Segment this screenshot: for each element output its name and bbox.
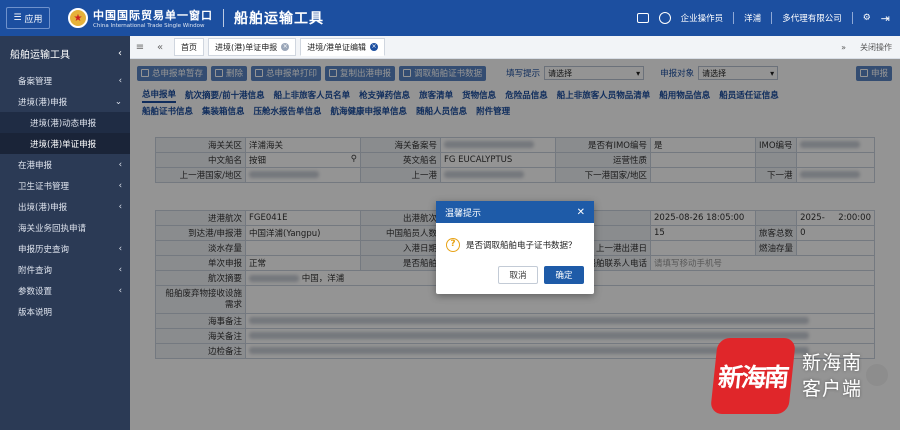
sidebar-item-history[interactable]: 申报历史查询 ‹	[0, 238, 130, 259]
app-menu-button[interactable]: ☰ 应用	[6, 7, 50, 29]
divider	[733, 12, 735, 24]
sidebar-subitem-label: 进境(港)单证申报	[30, 139, 97, 150]
sidebar-item-label: 附件查询	[18, 265, 53, 276]
close-icon[interactable]: ×	[281, 43, 290, 51]
tab-label: 进境/港单证编辑	[307, 42, 366, 52]
watermark: 新海南 新海南 客户端	[710, 338, 862, 414]
tabs-prev-icon[interactable]: «	[150, 42, 170, 53]
sidebar-item-version[interactable]: 版本说明	[0, 301, 130, 322]
app-menu-label: 应用	[24, 14, 43, 25]
sidebar-item-params[interactable]: 参数设置 ‹	[0, 280, 130, 301]
watermark-line-2: 客户端	[802, 378, 863, 400]
dialog-title: 温馨提示	[445, 208, 482, 219]
logout-icon[interactable]: ⇥	[881, 12, 890, 25]
tabs-right-area: » 关闭操作	[841, 42, 900, 53]
sidebar-item-label: 在港申报	[18, 160, 53, 171]
tabs-next-icon[interactable]: »	[841, 43, 846, 52]
ok-button[interactable]: 确定	[544, 266, 584, 284]
divider	[851, 12, 853, 24]
user-role: 企业操作员	[680, 14, 724, 24]
watermark-logo-text: 新海南	[716, 363, 789, 392]
confirm-dialog: 温馨提示 ✕ ? 是否调取船舶电子证书数据？ 取消 确定	[436, 201, 594, 294]
tab-label: 首页	[181, 42, 197, 52]
sidebar-item-label: 备案管理	[18, 76, 53, 87]
sidebar-item-entry[interactable]: 进境(港)申报 ⌄	[0, 91, 130, 112]
chevron-icon: ‹	[118, 180, 122, 191]
sidebar-item-label: 申报历史查询	[18, 244, 70, 255]
chevron-icon: ‹	[118, 243, 122, 254]
user-name: 洋浦	[744, 14, 762, 24]
sidebar-title[interactable]: 船舶运输工具 ‹	[0, 36, 130, 70]
sidebar-item-receipt[interactable]: 海关业务回执申请	[0, 217, 130, 238]
chevron-down-icon: ⌄	[114, 96, 122, 107]
watermark-line-1: 新海南	[802, 352, 863, 374]
sidebar-subitem-dynamic[interactable]: 进境(港)动态申报	[0, 112, 130, 133]
close-icon[interactable]: ✕	[577, 207, 585, 218]
emblem-icon: ★	[68, 8, 88, 28]
sidebar-item-label: 参数设置	[18, 286, 53, 297]
sidebar-item-exit[interactable]: 出境(港)申报 ‹	[0, 196, 130, 217]
chevron-icon: ‹	[118, 201, 122, 212]
dialog-message: 是否调取船舶电子证书数据？	[466, 240, 577, 251]
page-tabs: ≡ « 首页 进境(港)单证申报 × 进境/港单证编辑 × » 关闭操作	[130, 36, 900, 59]
chevron-icon: ‹	[118, 285, 122, 296]
divider	[771, 12, 773, 24]
header-divider	[223, 9, 224, 27]
chevron-left-icon: ‹	[118, 47, 122, 59]
tab-entry-edit[interactable]: 进境/港单证编辑 ×	[300, 38, 385, 56]
sidebar-item-label: 出境(港)申报	[18, 202, 68, 213]
sidebar-item-label: 卫生证书管理	[18, 181, 70, 192]
logo: ★ 中国国际贸易单一窗口 China International Trade S…	[68, 7, 213, 29]
floating-help-icon[interactable]	[866, 364, 888, 386]
sidebar-item-label: 海关业务回执申请	[18, 223, 87, 234]
mail-icon[interactable]	[636, 13, 649, 23]
dialog-header: 温馨提示 ✕	[436, 201, 594, 223]
header-user-area: 企业操作员 洋浦 多代理有限公司 ⚙ ⇥	[636, 12, 900, 25]
logo-title: 中国国际贸易单一窗口	[93, 9, 213, 22]
tab-label: 进境(港)单证申报	[215, 42, 278, 52]
top-header: ☰ 应用 ★ 中国国际贸易单一窗口 China International Tr…	[0, 0, 900, 36]
settings-icon[interactable]: ⚙	[863, 13, 871, 23]
tab-home[interactable]: 首页	[174, 38, 204, 56]
grid-icon: ☰	[13, 13, 22, 23]
sidebar-subitem-label: 进境(港)动态申报	[30, 118, 97, 129]
sidebar-title-label: 船舶运输工具	[10, 49, 70, 61]
company-name: 多代理有限公司	[782, 14, 842, 24]
sidebar-subitem-docs[interactable]: 进境(港)单证申报	[0, 133, 130, 154]
close-icon[interactable]: ×	[369, 43, 378, 51]
chevron-icon: ‹	[118, 264, 122, 275]
sidebar-item-label: 版本说明	[18, 307, 53, 318]
tab-entry-docs[interactable]: 进境(港)单证申报 ×	[208, 38, 297, 56]
chevron-icon: ‹	[118, 159, 122, 170]
watermark-text: 新海南 客户端	[802, 350, 862, 402]
sidebar-item-label: 进境(港)申报	[18, 97, 68, 108]
sidebar-item-attach[interactable]: 附件查询 ‹	[0, 259, 130, 280]
menu-toggle-icon[interactable]: ≡	[130, 42, 150, 53]
cancel-button[interactable]: 取消	[498, 266, 538, 284]
support-icon[interactable]	[658, 12, 671, 24]
sidebar-item-in-port[interactable]: 在港申报 ‹	[0, 154, 130, 175]
sidebar: 船舶运输工具 ‹ 备案管理 ‹ 进境(港)申报 ⌄ 进境(港)动态申报 进境(港)单…	[0, 36, 130, 430]
module-title: 船舶运输工具	[234, 11, 324, 27]
chevron-icon: ‹	[118, 75, 122, 86]
sidebar-item-filing[interactable]: 备案管理 ‹	[0, 70, 130, 91]
watermark-logo: 新海南	[710, 338, 796, 414]
close-ops-button[interactable]: 关闭操作	[860, 42, 892, 53]
sidebar-item-health[interactable]: 卫生证书管理 ‹	[0, 175, 130, 196]
question-icon: ?	[446, 237, 460, 252]
dialog-body: ? 是否调取船舶电子证书数据？	[436, 223, 594, 266]
logo-subtitle: China International Trade Single Window	[93, 23, 205, 29]
dialog-footer: 取消 确定	[436, 266, 594, 284]
